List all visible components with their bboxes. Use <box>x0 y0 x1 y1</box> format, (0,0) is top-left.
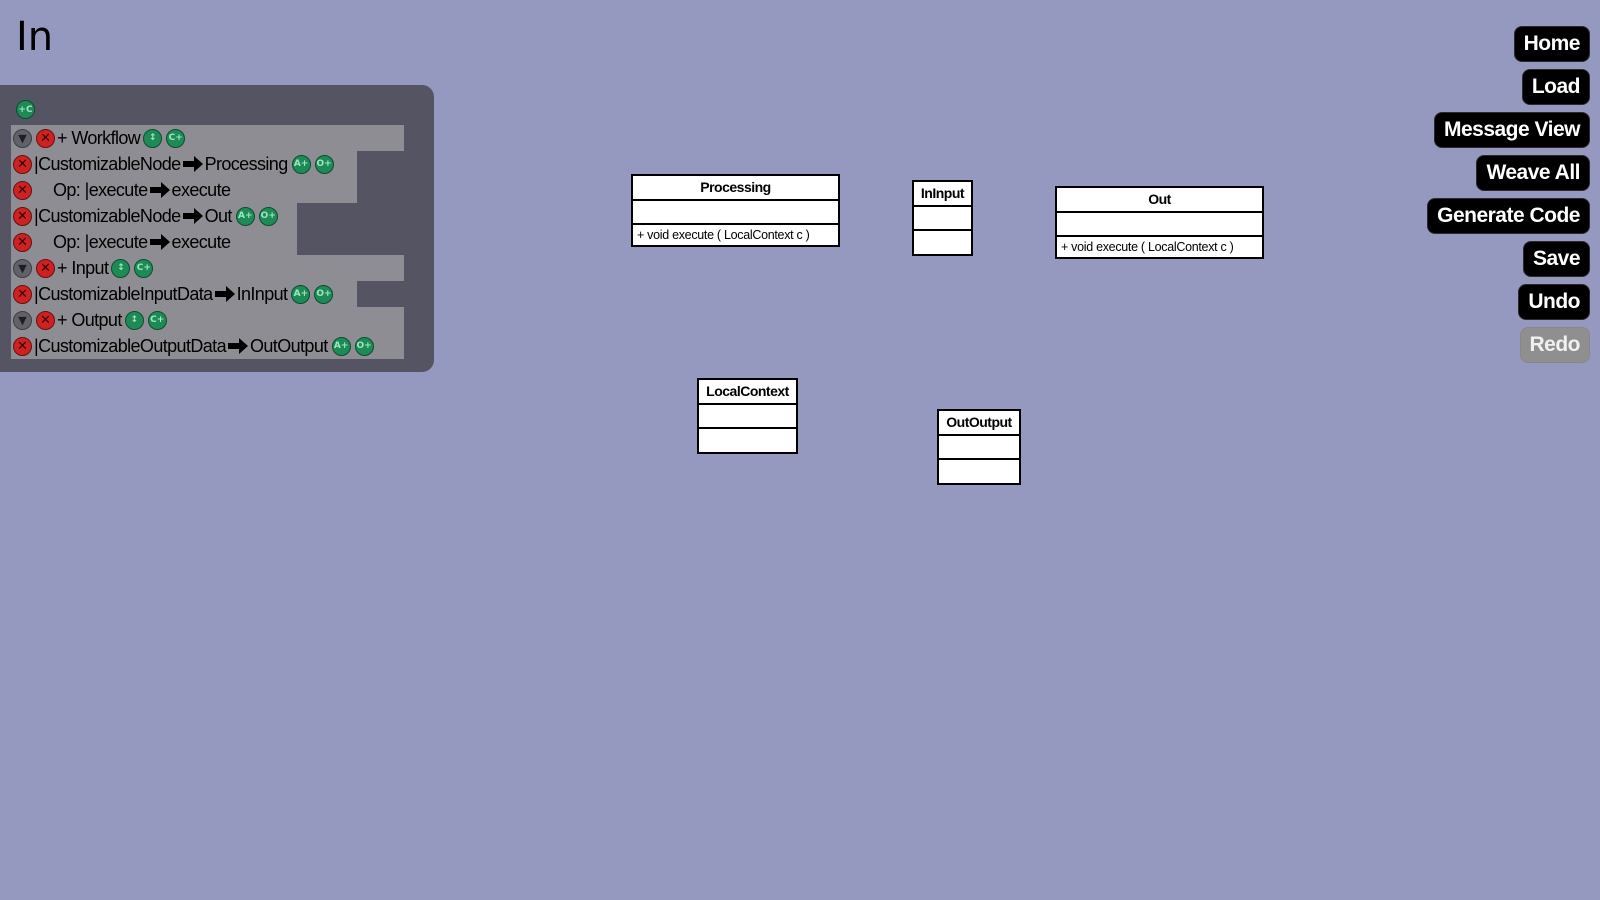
arrow-right-icon <box>149 182 170 198</box>
tree-label-input: + Input <box>57 257 109 278</box>
add-class-icon[interactable]: C+ <box>166 128 186 148</box>
tree-mapping-source: |CustomizableNode <box>34 153 181 174</box>
move-icon[interactable]: ↕ <box>124 310 144 330</box>
tree-mapping-target: execute <box>171 179 231 200</box>
tree-mapping-target: InInput <box>236 283 288 304</box>
uml-operation: + void execute ( LocalContext c ) <box>1061 240 1234 254</box>
tree-row-out-op[interactable]: ✕ Op: |execute execute <box>11 229 297 255</box>
add-attribute-icon[interactable]: A+ <box>235 206 255 226</box>
add-operation-icon[interactable]: O+ <box>314 284 334 304</box>
uml-class-ininput[interactable]: InInput <box>912 180 973 256</box>
redo-button[interactable]: Redo <box>1519 327 1590 363</box>
tree-label-output: + Output <box>57 309 122 330</box>
tree-mapping-source: |CustomizableNode <box>34 205 181 226</box>
arrow-right-icon <box>149 234 170 250</box>
tree-label-workflow: + Workflow <box>57 127 141 148</box>
move-icon[interactable]: ↕ <box>143 128 163 148</box>
mapping-tree-panel: +C ▼ ✕ + Workflow ↕ C+ ✕ |CustomizableNo… <box>0 85 434 372</box>
uml-class-name: OutOutput <box>939 411 1019 436</box>
collapse-icon[interactable]: ▼ <box>13 310 32 330</box>
tree-row-workflow[interactable]: ▼ ✕ + Workflow ↕ C+ <box>11 125 404 151</box>
load-button[interactable]: Load <box>1521 69 1590 105</box>
delete-icon[interactable]: ✕ <box>36 310 55 330</box>
tree-mapping-target: Processing <box>204 153 289 174</box>
arrow-right-icon <box>182 208 203 224</box>
tree-mapping-source: |CustomizableOutputData <box>34 335 227 356</box>
add-attribute-icon[interactable]: A+ <box>291 154 311 174</box>
tree-row-input-data[interactable]: ✕ |CustomizableInputData InInput A+ O+ <box>11 281 357 307</box>
tree-mapping-target: Out <box>204 205 233 226</box>
tree-row-output[interactable]: ▼ ✕ + Output ↕ C+ <box>11 307 404 333</box>
delete-icon[interactable]: ✕ <box>36 128 55 148</box>
home-button[interactable]: Home <box>1513 26 1590 62</box>
weave-all-button[interactable]: Weave All <box>1476 155 1590 191</box>
uml-class-outoutput[interactable]: OutOutput <box>937 409 1021 485</box>
add-operation-icon[interactable]: O+ <box>314 154 334 174</box>
delete-icon[interactable]: ✕ <box>13 180 32 200</box>
add-attribute-icon[interactable]: A+ <box>331 336 351 356</box>
uml-class-out[interactable]: Out + void execute ( LocalContext c ) <box>1055 186 1264 259</box>
uml-class-processing[interactable]: Processing + void execute ( LocalContext… <box>631 174 840 247</box>
uml-class-name: Out <box>1057 188 1262 213</box>
uml-operation: + void execute ( LocalContext c ) <box>637 228 810 242</box>
tree-row-output-data[interactable]: ✕ |CustomizableOutputData OutOutput A+ O… <box>11 333 404 359</box>
uml-attributes <box>939 436 1019 460</box>
tree-row-processing-node[interactable]: ✕ |CustomizableNode Processing A+ O+ <box>11 151 357 177</box>
add-class-icon[interactable]: C+ <box>147 310 167 330</box>
uml-class-name: Processing <box>633 176 838 201</box>
message-view-button[interactable]: Message View <box>1433 112 1590 148</box>
delete-icon[interactable]: ✕ <box>13 206 32 226</box>
tree-row-input[interactable]: ▼ ✕ + Input ↕ C+ <box>11 255 404 281</box>
uml-attributes <box>699 405 796 429</box>
uml-attributes <box>633 201 838 225</box>
add-attribute-icon[interactable]: A+ <box>291 284 311 304</box>
tree-row-processing-op[interactable]: ✕ Op: |execute execute <box>11 177 357 203</box>
move-icon[interactable]: ↕ <box>111 258 131 278</box>
delete-icon[interactable]: ✕ <box>13 336 32 356</box>
tree-mapping-target: execute <box>171 231 231 252</box>
tree-mapping-source: Op: |execute <box>53 179 148 200</box>
undo-button[interactable]: Undo <box>1518 284 1590 320</box>
add-operation-icon[interactable]: O+ <box>258 206 278 226</box>
add-root-icon[interactable]: +C <box>16 100 35 119</box>
tree-mapping-source: |CustomizableInputData <box>34 283 213 304</box>
arrow-right-icon <box>182 156 203 172</box>
arrow-right-icon <box>227 338 248 354</box>
uml-attributes <box>914 207 971 231</box>
uml-class-localcontext[interactable]: LocalContext <box>697 378 798 454</box>
page-title: In <box>16 14 54 60</box>
save-button[interactable]: Save <box>1522 241 1590 277</box>
generate-code-button[interactable]: Generate Code <box>1427 198 1590 234</box>
delete-icon[interactable]: ✕ <box>13 284 32 304</box>
uml-class-name: InInput <box>914 182 971 207</box>
add-class-icon[interactable]: C+ <box>134 258 154 278</box>
tree-mapping-source: Op: |execute <box>53 231 148 252</box>
tree-mapping-target: OutOutput <box>249 335 328 356</box>
delete-icon[interactable]: ✕ <box>13 154 32 174</box>
tree-row-out-node[interactable]: ✕ |CustomizableNode Out A+ O+ <box>11 203 297 229</box>
collapse-icon[interactable]: ▼ <box>13 258 32 278</box>
add-operation-icon[interactable]: O+ <box>354 336 374 356</box>
collapse-icon[interactable]: ▼ <box>13 128 32 148</box>
delete-icon[interactable]: ✕ <box>36 258 55 278</box>
uml-class-name: LocalContext <box>699 380 796 405</box>
arrow-right-icon <box>214 286 235 302</box>
delete-icon[interactable]: ✕ <box>13 232 32 252</box>
uml-attributes <box>1057 213 1262 237</box>
